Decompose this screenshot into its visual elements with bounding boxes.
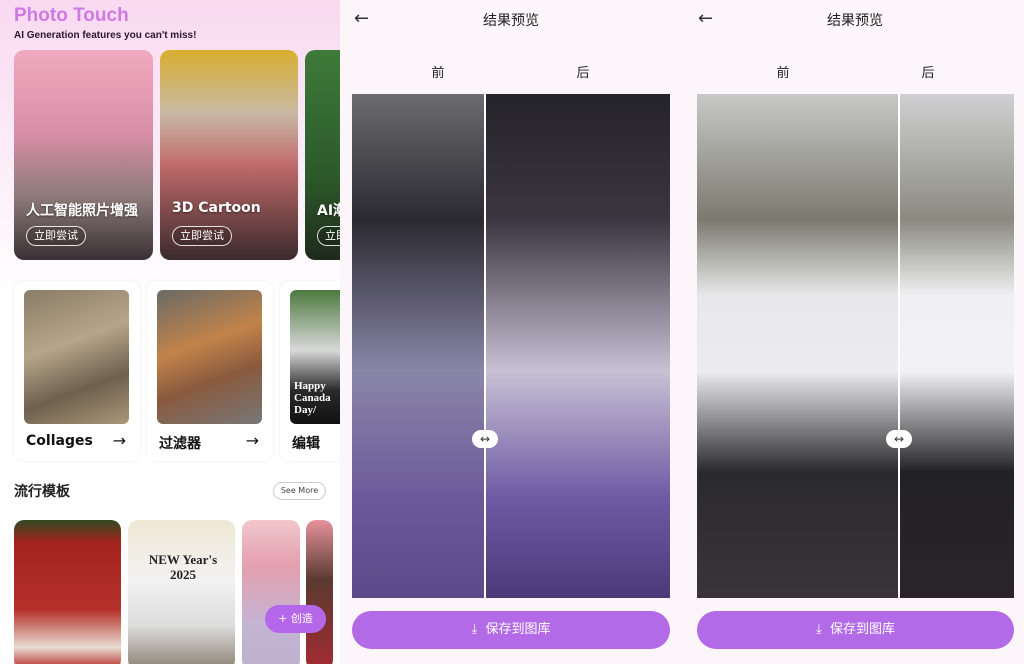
before-image <box>352 94 485 598</box>
edit-image: Happy Canada Day/ <box>290 290 340 424</box>
feature-card-ai[interactable]: AI潮 立即 <box>305 50 340 260</box>
app-title: Photo Touch <box>14 5 129 26</box>
arrow-left-icon[interactable]: ← <box>698 8 713 29</box>
template-caption: NEW Year's 2025 <box>148 552 218 582</box>
see-more-button[interactable]: See More <box>273 482 326 500</box>
tool-filters[interactable]: 过滤器 → <box>147 281 273 461</box>
template-pink[interactable] <box>242 520 300 664</box>
try-now-button[interactable]: 立即 <box>317 226 340 246</box>
save-to-gallery-button[interactable]: ⤓ 保存到图库 <box>697 611 1014 649</box>
create-button[interactable]: + 创造 <box>265 605 326 633</box>
after-label: 后 <box>921 66 935 81</box>
filters-image <box>157 290 262 424</box>
drag-handle-icon[interactable]: ↔ <box>886 430 912 448</box>
template-couple[interactable] <box>306 520 333 664</box>
arrow-right-icon: → <box>245 431 259 450</box>
tool-collages[interactable]: Collages → <box>14 281 140 461</box>
page-title: 结果预览 <box>827 13 883 29</box>
tool-label: 过滤器 <box>159 436 201 452</box>
after-image <box>899 94 1014 598</box>
after-label: 后 <box>576 66 590 81</box>
download-icon: ⤓ <box>815 622 822 637</box>
save-to-gallery-button[interactable]: ⤓ 保存到图库 <box>352 611 670 649</box>
card-label: 人工智能照片增强 <box>26 203 138 219</box>
tool-edit[interactable]: Happy Canada Day/ 编辑 <box>280 281 340 461</box>
template-new-year[interactable]: NEW Year's 2025 <box>128 520 235 664</box>
try-now-button[interactable]: 立即尝试 <box>26 226 86 246</box>
feature-card-3d-cartoon[interactable]: 3D Cartoon 立即尝试 <box>160 50 298 260</box>
section-title: 流行模板 <box>14 484 70 500</box>
preview-screen-2: ← 结果预览 前 后 ↔ ⤓ 保存到图库 <box>685 0 1024 664</box>
template-christmas[interactable] <box>14 520 121 664</box>
before-image <box>697 94 899 598</box>
card-label: AI潮 <box>317 203 340 219</box>
comparison-image[interactable]: ↔ <box>697 94 1014 598</box>
image-caption: Happy Canada Day/ <box>294 380 331 416</box>
card-label: 3D Cartoon <box>172 200 261 216</box>
try-now-button[interactable]: 立即尝试 <box>172 226 232 246</box>
tool-label: Collages <box>26 433 93 449</box>
download-icon: ⤓ <box>471 622 478 637</box>
tool-label: 编辑 <box>292 436 320 452</box>
split-divider[interactable] <box>484 94 486 598</box>
page-title: 结果预览 <box>483 13 539 29</box>
save-label: 保存到图库 <box>485 622 551 637</box>
drag-handle-icon[interactable]: ↔ <box>472 430 498 448</box>
split-divider[interactable] <box>898 94 900 598</box>
arrow-right-icon: → <box>112 431 126 450</box>
save-label: 保存到图库 <box>830 622 896 637</box>
preview-screen-1: ← 结果预览 前 后 ↔ ⤓ 保存到图库 <box>340 0 685 664</box>
feature-card-enhance[interactable]: 人工智能照片增强 立即尝试 <box>14 50 153 260</box>
after-image <box>485 94 670 598</box>
before-label: 前 <box>776 66 790 81</box>
collages-image <box>24 290 129 424</box>
arrow-left-icon[interactable]: ← <box>354 8 369 29</box>
before-label: 前 <box>431 66 445 81</box>
home-screen: Photo Touch AI Generation features you c… <box>0 0 340 664</box>
subtitle: AI Generation features you can't miss! <box>14 30 197 41</box>
comparison-image[interactable]: ↔ <box>352 94 670 598</box>
